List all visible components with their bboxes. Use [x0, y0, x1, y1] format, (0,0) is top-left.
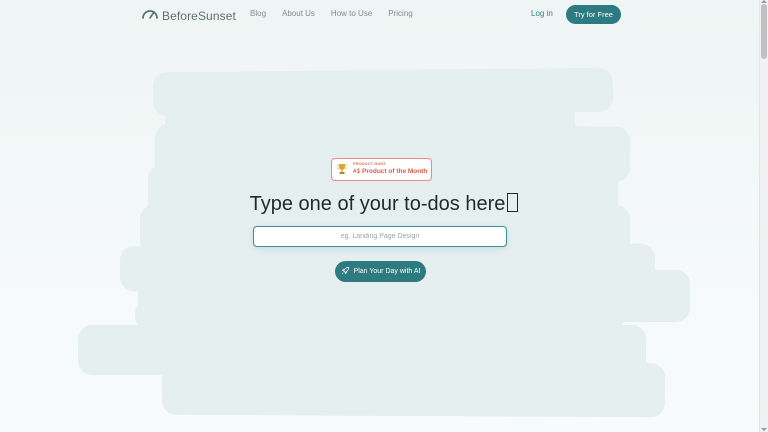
gauge-icon	[141, 6, 159, 25]
logo-text: BeforeSunset	[162, 8, 236, 23]
plan-your-day-label: Plan Your Day with AI	[353, 268, 421, 275]
top-nav-bar: BeforeSunset Blog About Us How to Use Pr…	[0, 0, 760, 30]
login-link[interactable]: Log in	[531, 9, 553, 18]
scroll-down-arrow-icon[interactable]	[761, 428, 767, 431]
nav-how-to-use[interactable]: How to Use	[331, 9, 372, 18]
scroll-thumb[interactable]	[761, 4, 767, 59]
badge-caption: PRODUCT HUNT	[353, 162, 386, 166]
nav-pricing[interactable]: Pricing	[388, 9, 412, 18]
badge-title: #1 Product of the Month	[353, 168, 428, 175]
scroll-up-arrow-icon[interactable]	[761, 0, 767, 3]
plan-your-day-button[interactable]: Plan Your Day with AI	[335, 261, 426, 282]
rocket-icon	[341, 266, 350, 277]
trophy-icon	[336, 163, 348, 179]
logo[interactable]: BeforeSunset	[141, 6, 236, 25]
text-cursor-icon	[507, 193, 519, 212]
hero-headline-text: Type one of your to-dos here	[249, 193, 506, 215]
todo-input[interactable]	[253, 226, 507, 247]
nav-about-us[interactable]: About Us	[282, 9, 315, 18]
try-for-free-button[interactable]: Try for Free	[566, 5, 621, 24]
page-scrollbar[interactable]	[759, 0, 768, 432]
nav-blog[interactable]: Blog	[250, 9, 266, 18]
hero-headline: Type one of your to-dos here	[0, 193, 768, 216]
main-nav: Blog About Us How to Use Pricing	[250, 9, 429, 18]
product-hunt-badge[interactable]: PRODUCT HUNT #1 Product of the Month	[331, 158, 432, 181]
